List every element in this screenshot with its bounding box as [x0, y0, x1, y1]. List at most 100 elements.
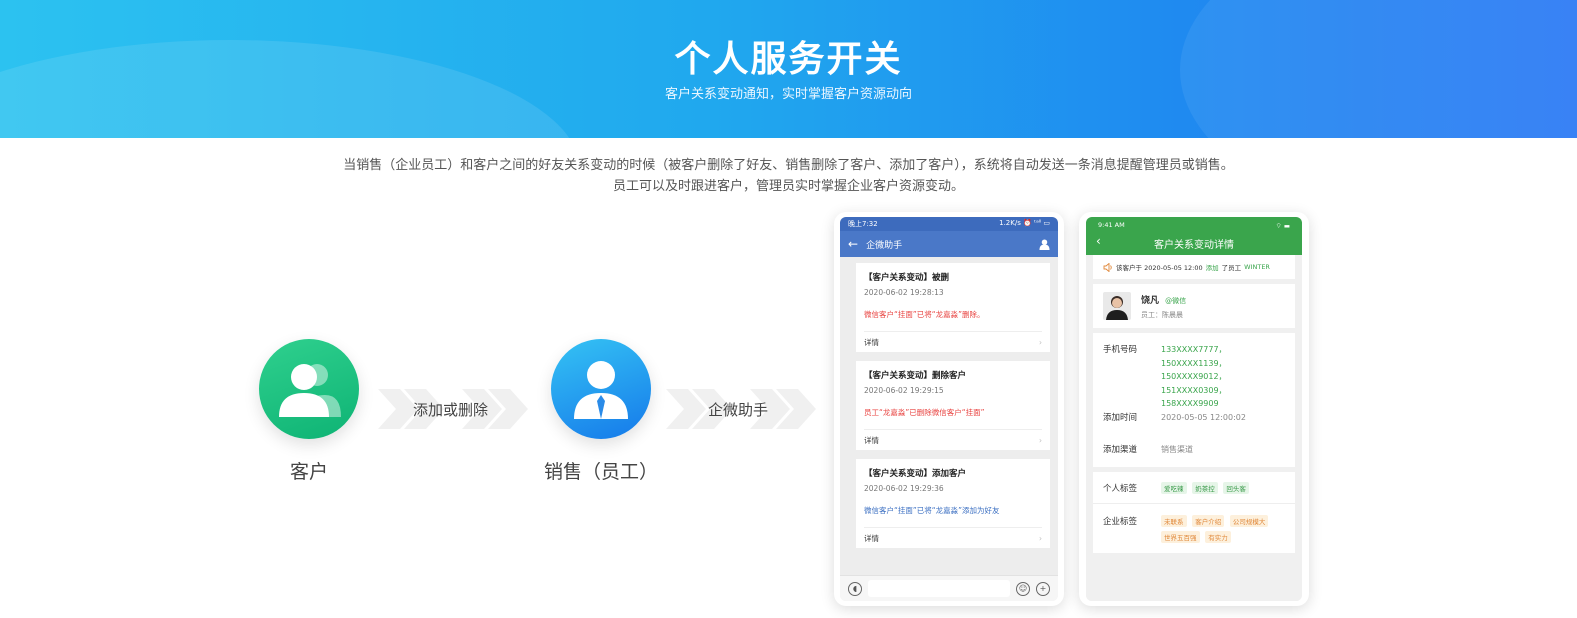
- status-time: 晚上7:32: [848, 220, 878, 228]
- detail-label: 详情: [864, 337, 879, 347]
- phone-numbers: 133XXXX7777，150XXXX1139， 150XXXX9012，151…: [1161, 343, 1285, 408]
- info-card: 手机号码 133XXXX7777，150XXXX1139， 150XXXX901…: [1093, 333, 1295, 467]
- description-line: 当销售（企业员工）和客户之间的好友关系变动的时候（被客户删除了好友、销售删除了客…: [343, 158, 1234, 173]
- message-card: 【客户关系变动】被删 2020-06-02 19:28:13 微信客户“挂面”已…: [856, 263, 1050, 352]
- voice-icon[interactable]: ◖: [848, 581, 862, 596]
- message-detail-link[interactable]: 详情 ›: [864, 527, 1042, 548]
- customer-icon: [259, 339, 359, 439]
- company-tag[interactable]: 客户介绍: [1192, 515, 1225, 527]
- status-bar: 晚上7:32 1.2K/s ⏰ ᵗᵃˡˡ ▭: [840, 217, 1058, 231]
- notice-action: 添加: [1205, 264, 1219, 272]
- customer-source: @微信: [1165, 296, 1187, 305]
- channel-value: 销售渠道: [1161, 444, 1193, 454]
- detail-title: 客户关系变动详情: [1154, 240, 1234, 251]
- personal-tags: 爱吃辣 奶茶控 回头客: [1161, 478, 1252, 498]
- message-title: 【客户关系变动】添加客户: [864, 469, 967, 479]
- notice-mid: 了员工: [1221, 264, 1242, 272]
- users-icon: [279, 364, 341, 417]
- chevron-right-icon: ›: [1039, 435, 1042, 445]
- company-tags-row: 企业标签 未联系 客户介绍 公司规模大 世界五百强 有实力: [1093, 504, 1295, 547]
- message-card: 【客户关系变动】删除客户 2020-06-02 19:29:15 员工“龙嘉淼”…: [856, 361, 1050, 450]
- company-tag[interactable]: 有实力: [1205, 531, 1231, 543]
- customer-card[interactable]: 饶凡 @微信 员工：陈晨晨: [1093, 284, 1295, 328]
- avatar-photo: [1106, 296, 1128, 320]
- chevron-right-icon: ›: [1039, 337, 1042, 347]
- add-time-label: 添加时间: [1103, 413, 1138, 423]
- phone-row: 手机号码 133XXXX7777，150XXXX1139， 150XXXX901…: [1093, 343, 1295, 408]
- customer-label: 客户: [289, 461, 328, 483]
- banner: 个人服务开关 客户关系变动通知，实时掌握客户资源动向: [0, 0, 1577, 138]
- message-input[interactable]: [868, 580, 1010, 597]
- message-list: 【客户关系变动】被删 2020-06-02 19:28:13 微信客户“挂面”已…: [840, 257, 1058, 575]
- message-text: 微信客户“挂面”已将“龙嘉淼”删除。: [864, 310, 985, 319]
- phone-screen: 9:41 AM ⌔ ▬ ‹ 客户关系变动详情 该客户于 2020-05-05 1…: [1086, 217, 1302, 601]
- add-time-value: 2020-05-05 12:00:02: [1161, 412, 1246, 422]
- banner-subtitle: 客户关系变动通知，实时掌握客户资源动向: [664, 87, 912, 102]
- tags-card: 个人标签 爱吃辣 奶茶控 回头客 企业标签 未联系 客户介绍 公司规模大 世界五…: [1093, 472, 1295, 553]
- flow-arrow-add-delete: 添加或删除: [378, 389, 528, 429]
- status-bar: 9:41 AM ⌔ ▬: [1086, 217, 1302, 234]
- chat-header: ← 企微助手: [840, 231, 1058, 257]
- emoji-icon[interactable]: ☺: [1016, 581, 1030, 596]
- company-tags-label: 企业标签: [1103, 517, 1138, 527]
- message-title: 【客户关系变动】被删: [864, 273, 950, 283]
- person-icon[interactable]: [1039, 238, 1050, 250]
- sales-icon: [551, 339, 651, 439]
- phone-screen: 晚上7:32 1.2K/s ⏰ ᵗᵃˡˡ ▭ ← 企微助手 【客户关系变动】被删…: [840, 217, 1058, 601]
- message-time: 2020-06-02 19:29:36: [864, 484, 944, 493]
- phone-number-line: 133XXXX7777，150XXXX1139，: [1161, 345, 1227, 368]
- plus-icon[interactable]: +: [1036, 581, 1050, 596]
- flow-action-label: 添加或删除: [413, 401, 489, 419]
- detail-header: 9:41 AM ⌔ ▬ ‹ 客户关系变动详情: [1086, 217, 1302, 255]
- phone-label: 手机号码: [1103, 345, 1138, 355]
- customer-info: 饶凡 @微信 员工：陈晨晨: [1141, 293, 1186, 320]
- flow-assistant-label: 企微助手: [708, 401, 769, 419]
- customer-node: 客户: [259, 339, 359, 484]
- notice-staff: WINTER: [1244, 263, 1270, 271]
- avatar: [1103, 292, 1131, 320]
- message-time: 2020-06-02 19:28:13: [864, 288, 944, 297]
- company-tag[interactable]: 未联系: [1161, 515, 1187, 527]
- speaker-icon: [1103, 262, 1112, 272]
- input-bar: ◖ ☺ +: [840, 575, 1058, 601]
- detail-label: 详情: [864, 435, 879, 445]
- personal-tag[interactable]: 爱吃辣: [1161, 481, 1187, 494]
- chevron-right-icon: ›: [1039, 533, 1042, 543]
- personal-tags-label: 个人标签: [1103, 483, 1138, 494]
- company-tags: 未联系 客户介绍 公司规模大 世界五百强 有实力: [1161, 515, 1281, 547]
- flow-arrow-assistant: 企微助手: [666, 389, 816, 429]
- description-line: 员工可以及时跟进客户，管理员实时掌握企业客户资源变动。: [612, 179, 964, 194]
- personal-tag[interactable]: 回头客: [1223, 481, 1249, 494]
- phone-number-line: 158XXXX9909: [1161, 399, 1219, 408]
- message-detail-link[interactable]: 详情 ›: [864, 429, 1042, 450]
- message-card: 【客户关系变动】添加客户 2020-06-02 19:29:36 微信客户“挂面…: [856, 459, 1050, 548]
- chat-title: 企微助手: [866, 240, 903, 251]
- detail-body: 该客户于 2020-05-05 12:00 添加 了员工 WINTER 饶凡 @…: [1086, 255, 1302, 601]
- sales-label: 销售（员工）: [543, 461, 658, 483]
- message-detail-link[interactable]: 详情 ›: [864, 331, 1042, 352]
- phone-number-line: 150XXXX9012，151XXXX0309，: [1161, 372, 1227, 395]
- change-notice: 该客户于 2020-05-05 12:00 添加 了员工 WINTER: [1093, 255, 1295, 279]
- description: 当销售（企业员工）和客户之间的好友关系变动的时候（被客户删除了好友、销售删除了客…: [0, 155, 1577, 197]
- status-time: 9:41 AM: [1098, 221, 1125, 229]
- battery-icon: ⌔ ▬: [1275, 222, 1290, 230]
- detail-label: 详情: [864, 533, 879, 543]
- personal-tag[interactable]: 奶茶控: [1192, 481, 1218, 494]
- staff-line: 员工：陈晨晨: [1141, 310, 1183, 319]
- sales-node: 销售（员工）: [531, 339, 671, 484]
- phone-detail: 9:41 AM ⌔ ▬ ‹ 客户关系变动详情 该客户于 2020-05-05 1…: [1079, 212, 1309, 606]
- personal-tags-row: 个人标签 爱吃辣 奶茶控 回头客: [1093, 472, 1295, 504]
- back-arrow-icon[interactable]: ←: [848, 237, 858, 251]
- employee-icon: [574, 361, 628, 419]
- customer-name: 饶凡: [1141, 295, 1160, 306]
- phone-assistant: 晚上7:32 1.2K/s ⏰ ᵗᵃˡˡ ▭ ← 企微助手 【客户关系变动】被删…: [834, 212, 1064, 606]
- banner-title: 个人服务开关: [674, 39, 903, 80]
- company-tag[interactable]: 世界五百强: [1161, 531, 1200, 543]
- company-tag[interactable]: 公司规模大: [1229, 515, 1269, 527]
- notice-prefix: 该客户于 2020-05-05 12:00: [1116, 264, 1203, 272]
- channel-row: 添加渠道 销售渠道: [1093, 433, 1295, 465]
- channel-label: 添加渠道: [1103, 445, 1138, 455]
- status-icons: 1.2K/s ⏰ ᵗᵃˡˡ ▭: [999, 219, 1050, 227]
- message-title: 【客户关系变动】删除客户: [864, 371, 967, 381]
- message-text: 员工“龙嘉淼”已删除微信客户“挂面”: [864, 408, 985, 417]
